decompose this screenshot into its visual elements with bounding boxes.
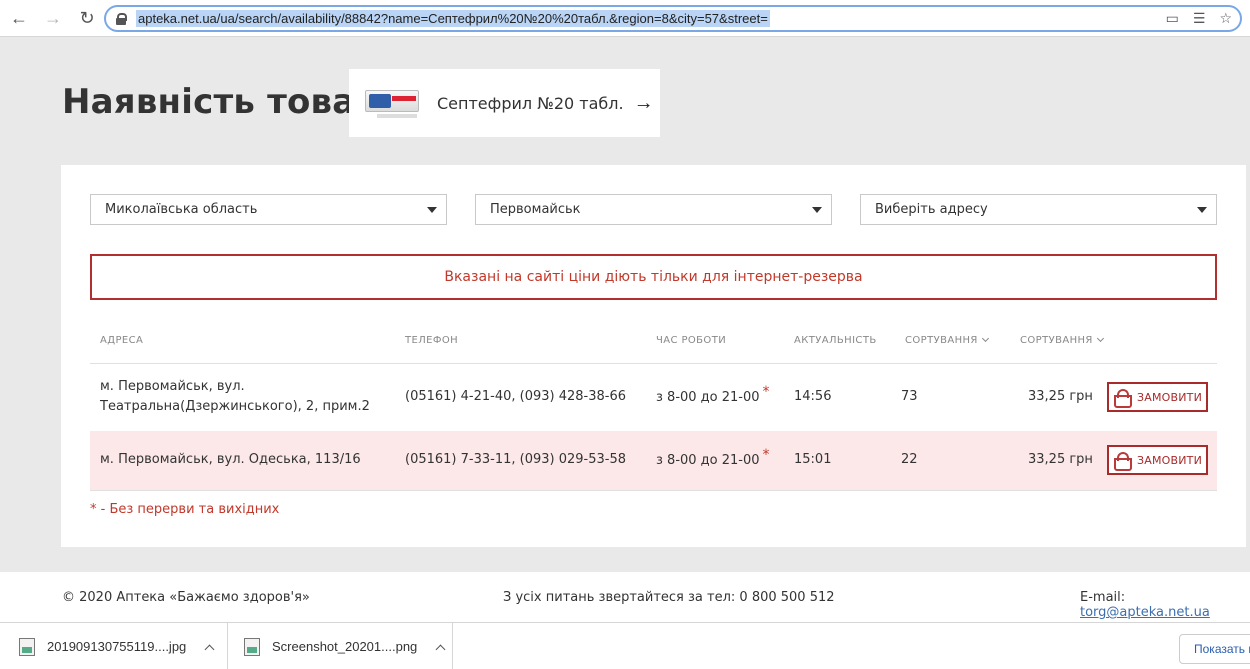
- row-phone: (05161) 7-33-11, (093) 029-53-58: [405, 452, 626, 467]
- chevron-down-icon: [427, 207, 437, 213]
- row-price: 33,25 грн: [1028, 389, 1093, 404]
- column-header-hours: Час роботи: [656, 335, 727, 346]
- chevron-up-icon[interactable]: [204, 644, 215, 655]
- url-text[interactable]: apteka.net.ua/ua/search/availability/888…: [136, 10, 770, 27]
- city-select-value: Первомайськ: [490, 202, 581, 217]
- row-hours-star: *: [762, 447, 770, 463]
- chevron-down-icon: [1096, 334, 1104, 343]
- order-button[interactable]: ЗАМОВИТИ: [1107, 382, 1208, 412]
- lock-icon: [116, 12, 127, 25]
- footnote: * - Без перерви та вихідних: [90, 502, 280, 517]
- chevron-down-icon: [812, 207, 822, 213]
- email-link[interactable]: torg@apteka.net.ua: [1080, 605, 1210, 620]
- copyright: © 2020 Аптека «Бажаємо здоров'я»: [62, 590, 310, 605]
- order-button-label: ЗАМОВИТИ: [1136, 453, 1203, 467]
- column-header-updated: Актуальність: [794, 335, 877, 346]
- site-footer: © 2020 Аптека «Бажаємо здоров'я» З усіх …: [0, 572, 1250, 622]
- address-select-value: Виберіть адресу: [875, 202, 988, 217]
- region-select[interactable]: Миколаївська область: [90, 194, 447, 225]
- download-filename: 201909130755119....jpg: [47, 639, 187, 654]
- table-row: м. Первомайськ, вул. Одеська, 113/16 (05…: [90, 431, 1217, 490]
- back-icon[interactable]: ←: [4, 3, 34, 33]
- cast-icon[interactable]: ▭: [1166, 10, 1179, 27]
- row-hours-text: з 8-00 до 21-00: [656, 390, 760, 405]
- row-hours: з 8-00 до 21-00 *: [656, 447, 770, 471]
- column-header-phone: Телефон: [405, 335, 459, 346]
- bookmark-star-icon[interactable]: ☆: [1219, 10, 1232, 27]
- sort-price-label: Сортування: [1020, 335, 1093, 346]
- row-hours-text: з 8-00 до 21-00: [656, 453, 760, 468]
- row-updated: 15:01: [794, 452, 832, 467]
- email-label: E-mail:: [1080, 590, 1126, 605]
- availability-panel: Миколаївська область Первомайськ Виберіт…: [61, 165, 1246, 547]
- address-bar[interactable]: apteka.net.ua/ua/search/availability/888…: [104, 5, 1242, 32]
- address-select[interactable]: Виберіть адресу: [860, 194, 1217, 225]
- row-phone: (05161) 4-21-40, (093) 428-38-66: [405, 389, 626, 404]
- email-block: E-mail: torg@apteka.net.ua: [1080, 590, 1250, 620]
- arrow-right-icon[interactable]: →: [634, 92, 654, 115]
- download-item[interactable]: Screenshot_20201....png: [228, 623, 453, 669]
- download-filename: Screenshot_20201....png: [272, 639, 418, 654]
- browser-toolbar: ← → ↻ apteka.net.ua/ua/search/availabili…: [0, 0, 1250, 37]
- row-price: 33,25 грн: [1028, 452, 1093, 467]
- row-address: м. Первомайськ, вул. Театральна(Дзержинс…: [100, 377, 370, 417]
- translate-icon[interactable]: ☰: [1193, 10, 1206, 27]
- contact-phone: З усіх питань звертайтеся за тел: 0 800 …: [503, 590, 835, 605]
- sort-quantity-label: Сортування: [905, 335, 978, 346]
- download-bar: 201909130755119....jpg Screenshot_20201.…: [0, 622, 1250, 669]
- city-select[interactable]: Первомайськ: [475, 194, 832, 225]
- product-card[interactable]: Септефрил №20 табл. →: [349, 69, 660, 137]
- chevron-down-icon: [981, 334, 989, 343]
- sort-quantity-button[interactable]: Сортування: [905, 334, 989, 346]
- row-updated: 14:56: [794, 389, 832, 404]
- image-file-icon: [244, 637, 260, 656]
- sort-price-button[interactable]: Сортування: [1020, 334, 1104, 346]
- image-file-icon: [19, 637, 35, 656]
- row-address-line2: Театральна(Дзержинського), 2, прим.2: [100, 399, 370, 414]
- table-row: м. Первомайськ, вул. Театральна(Дзержинс…: [90, 364, 1217, 431]
- download-item[interactable]: 201909130755119....jpg: [0, 623, 228, 669]
- basket-icon: [1113, 452, 1132, 471]
- product-name[interactable]: Септефрил №20 табл.: [437, 94, 624, 113]
- row-hours: з 8-00 до 21-00 *: [656, 384, 770, 408]
- row-address: м. Первомайськ, вул. Одеська, 113/16: [100, 452, 361, 467]
- order-button-label: ЗАМОВИТИ: [1136, 390, 1203, 404]
- row-address-line1: м. Первомайськ, вул.: [100, 379, 245, 394]
- show-all-downloads-button[interactable]: Показать все: [1179, 634, 1250, 664]
- column-header-address: Адреса: [100, 335, 144, 346]
- row-quantity: 73: [901, 389, 918, 404]
- reload-icon[interactable]: ↻: [72, 3, 102, 33]
- product-image: [363, 86, 421, 120]
- row-hours-star: *: [762, 384, 770, 400]
- row-quantity: 22: [901, 452, 918, 467]
- chevron-up-icon[interactable]: [435, 644, 446, 655]
- table-divider: [90, 490, 1217, 491]
- region-select-value: Миколаївська область: [105, 202, 258, 217]
- order-button[interactable]: ЗАМОВИТИ: [1107, 445, 1208, 475]
- forward-icon[interactable]: →: [38, 3, 68, 33]
- basket-icon: [1113, 389, 1132, 408]
- price-notice: Вказані на сайті ціни діють тільки для і…: [90, 254, 1217, 300]
- chevron-down-icon: [1197, 207, 1207, 213]
